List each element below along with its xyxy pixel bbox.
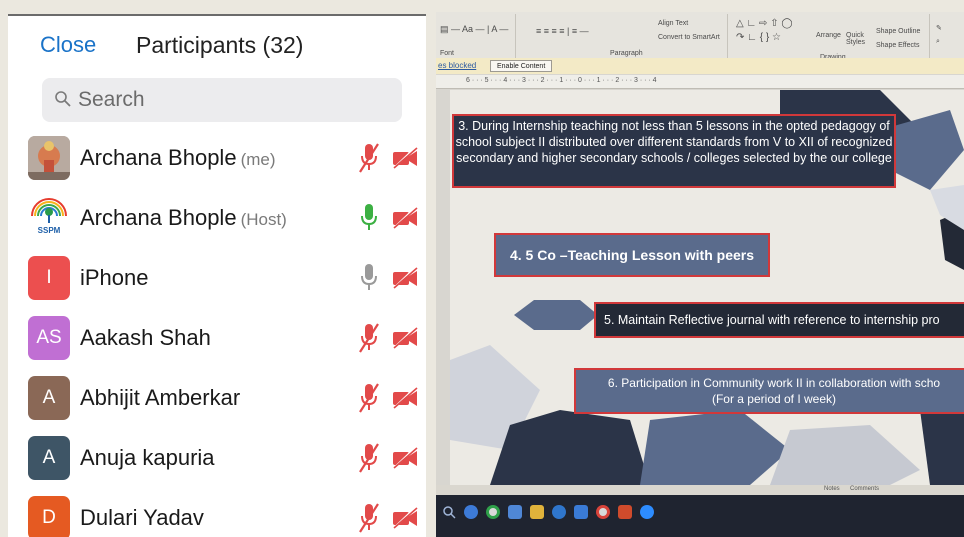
participant-name: Archana Bhople (me): [80, 145, 276, 170]
shape-outline-button[interactable]: Shape Outline: [876, 28, 920, 35]
participant-row[interactable]: SSPM Archana Bhople (Host): [8, 196, 426, 256]
participants-panel: Close Participants (32) Search Archana B…: [8, 14, 426, 537]
ribbon-editing-group: ✎ ⌕: [936, 25, 942, 45]
macros-blocked-text: es blocked: [438, 61, 477, 70]
notes-button[interactable]: Notes: [824, 486, 840, 492]
video-off-icon[interactable]: [391, 146, 419, 170]
windows-taskbar: [436, 495, 964, 537]
store-icon[interactable]: [508, 505, 522, 519]
video-off-icon[interactable]: [391, 506, 419, 530]
align-text-button[interactable]: Align Text: [658, 20, 688, 27]
ganesha-photo-icon: [28, 136, 70, 180]
ribbon-font-group: ▤ — Aa — | A — Font: [436, 14, 516, 58]
slide-item-co-teaching[interactable]: 4. 5 Co –Teaching Lesson with peers: [494, 233, 770, 277]
participant-name: Dulari Yadav: [80, 505, 204, 530]
avatar: A: [28, 376, 70, 420]
video-off-icon[interactable]: [391, 446, 419, 470]
mic-muted-icon[interactable]: [358, 502, 380, 534]
ruler: 6 · · · 5 · · · 4 · · · 3 · · · 2 · · · …: [436, 75, 964, 89]
mic-idle-icon[interactable]: [358, 262, 380, 294]
explorer-icon[interactable]: [530, 505, 544, 519]
enable-content-button[interactable]: Enable Content: [490, 60, 553, 72]
convert-smartart-button[interactable]: Convert to SmartArt: [658, 34, 720, 41]
arrange-button[interactable]: Arrange: [816, 32, 841, 39]
slide-canvas: 3. During Internship teaching not less t…: [450, 90, 964, 485]
slide-item-internship-teaching[interactable]: 3. During Internship teaching not less t…: [452, 114, 896, 188]
cortana-icon[interactable]: [464, 505, 478, 519]
participants-title: Participants (32): [136, 32, 304, 58]
participant-row[interactable]: A Anuja kapuria: [8, 436, 426, 496]
powerpoint-icon[interactable]: [618, 505, 632, 519]
edge-icon[interactable]: [552, 505, 566, 519]
avatar: AS: [28, 316, 70, 360]
search-icon[interactable]: [442, 505, 456, 519]
participant-name: Archana Bhople (Host): [80, 205, 287, 230]
participant-row[interactable]: Archana Bhople (me): [8, 136, 426, 196]
close-button[interactable]: Close: [40, 32, 96, 58]
participant-row[interactable]: A Abhijit Amberkar: [8, 376, 426, 436]
avatar: A: [28, 436, 70, 480]
paragraph-group-label: Paragraph: [610, 50, 643, 57]
avatar: D: [28, 496, 70, 537]
mic-muted-icon[interactable]: [358, 322, 380, 354]
security-message-bar: es blocked Enable Content: [436, 58, 964, 74]
mic-on-icon[interactable]: [358, 202, 380, 234]
ruler-ticks: 6 · · · 5 · · · 4 · · · 3 · · · 2 · · · …: [466, 77, 657, 84]
font-group-label: Font: [440, 50, 455, 57]
ribbon-paragraph-group: ≡ ≡ ≡ ≡ | ≡ — Align Text Convert to Smar…: [518, 14, 728, 58]
slide-item-community-work[interactable]: 6. Participation in Community work II in…: [574, 368, 964, 414]
video-off-icon[interactable]: [391, 326, 419, 350]
mic-muted-icon[interactable]: [358, 142, 380, 174]
zoom-icon[interactable]: [640, 505, 654, 519]
mic-muted-icon[interactable]: [358, 442, 380, 474]
quick-styles-button[interactable]: Quick Styles: [846, 32, 876, 46]
participant-name: iPhone: [80, 265, 149, 290]
participant-row[interactable]: I iPhone: [8, 256, 426, 316]
participant-name: Anuja kapuria: [80, 445, 215, 470]
participants-header: Close Participants (32): [8, 28, 426, 64]
comments-button[interactable]: Comments: [850, 486, 879, 492]
video-off-icon[interactable]: [391, 266, 419, 290]
video-off-icon[interactable]: [391, 386, 419, 410]
status-bar: Notes Comments: [436, 485, 964, 495]
participant-name: Abhijit Amberkar: [80, 385, 241, 410]
chrome-icon[interactable]: [486, 505, 500, 519]
participant-row[interactable]: D Dulari Yadav: [8, 496, 426, 537]
shared-screen: ▤ — Aa — | A — Font ≡ ≡ ≡ ≡ | ≡ — Align …: [436, 12, 964, 537]
slide-item-reflective-journal[interactable]: 5. Maintain Reflective journal with refe…: [594, 302, 964, 338]
avatar: SSPM: [28, 196, 70, 240]
participant-name: Aakash Shah: [80, 325, 211, 350]
video-off-icon[interactable]: [391, 206, 419, 230]
sspm-logo-icon: SSPM: [31, 198, 67, 235]
search-icon: [55, 91, 71, 107]
mic-muted-icon[interactable]: [358, 382, 380, 414]
participant-row[interactable]: AS Aakash Shah: [8, 316, 426, 376]
mail-icon[interactable]: [574, 505, 588, 519]
chrome-icon[interactable]: [596, 505, 610, 519]
avatar: [28, 136, 70, 180]
search-placeholder: Search: [78, 88, 145, 111]
search-input[interactable]: Search: [42, 78, 402, 122]
avatar: I: [28, 256, 70, 300]
shape-effects-button[interactable]: Shape Effects: [876, 42, 919, 49]
sspm-logo-text: SSPM: [38, 226, 61, 235]
ribbon-drawing-group: △ ∟ ⇨ ⇧ ◯ ↷ ∟ { } ☆ Arrange Quick Styles…: [730, 14, 930, 61]
